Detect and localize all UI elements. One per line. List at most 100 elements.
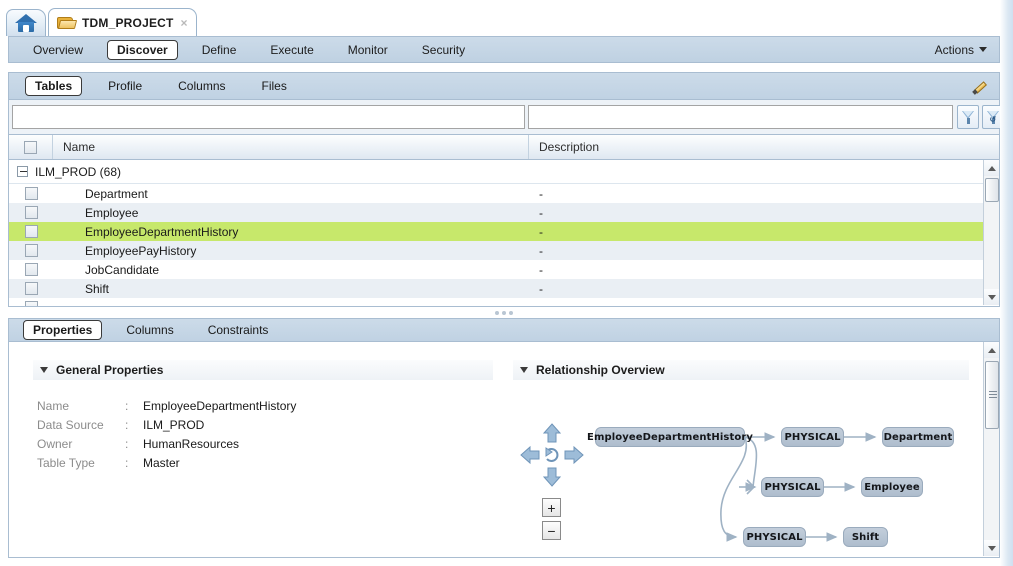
breadcrumb bbox=[690, 0, 693, 3]
relationship-diagram[interactable]: + − EmployeeDepartmentHistory PHYSICAL D… bbox=[509, 370, 979, 556]
diagram-node-source[interactable]: EmployeeDepartmentHistory bbox=[587, 427, 753, 447]
scroll-down-button[interactable] bbox=[984, 540, 999, 556]
diagram-node-relationship-3[interactable]: PHYSICAL bbox=[743, 527, 806, 547]
row-checkbox[interactable] bbox=[24, 244, 38, 257]
triangle-up-icon bbox=[988, 165, 996, 171]
project-tab[interactable]: TDM_PROJECT × bbox=[48, 8, 197, 36]
table-scrollbar[interactable] bbox=[983, 160, 999, 305]
scroll-up-button[interactable] bbox=[984, 160, 999, 176]
row-name: EmployeeDepartmentHistory bbox=[85, 224, 239, 239]
detail-panel: General Properties Name : EmployeeDepart… bbox=[8, 342, 1000, 558]
nav-item-monitor[interactable]: Monitor bbox=[338, 40, 398, 60]
property-value: HumanResources bbox=[143, 436, 240, 451]
triangle-up-icon bbox=[988, 347, 996, 353]
panel-splitter[interactable] bbox=[8, 307, 1000, 318]
row-checkbox[interactable] bbox=[24, 225, 38, 238]
filter-funnel-icon bbox=[961, 110, 975, 125]
collapse-icon[interactable] bbox=[17, 166, 28, 177]
row-name: JobCandidate bbox=[85, 262, 160, 277]
table-row-selected[interactable]: EmployeeDepartmentHistory - bbox=[9, 222, 999, 241]
triangle-down-icon bbox=[988, 545, 996, 551]
row-checkbox-cell[interactable] bbox=[9, 282, 53, 295]
tab-profile[interactable]: Profile bbox=[98, 76, 152, 96]
row-checkbox-cell[interactable] bbox=[9, 225, 53, 238]
diagram-node-shift[interactable]: Shift bbox=[843, 527, 888, 547]
row-name: Department bbox=[85, 186, 148, 201]
row-name: Shift bbox=[85, 281, 110, 296]
diagram-node-relationship-2[interactable]: PHYSICAL bbox=[761, 477, 824, 497]
tab-constraints[interactable]: Constraints bbox=[198, 320, 279, 340]
name-filter-input[interactable] bbox=[12, 105, 525, 129]
detail-panel-scrollbar[interactable] bbox=[983, 342, 999, 556]
scrollbar-thumb[interactable] bbox=[985, 361, 999, 429]
table-group-row[interactable]: ILM_PROD (68) bbox=[9, 160, 999, 184]
diagram-node-employee[interactable]: Employee bbox=[861, 477, 923, 497]
scroll-down-button[interactable] bbox=[984, 289, 999, 305]
row-checkbox-cell[interactable] bbox=[9, 206, 53, 219]
tab-detail-columns[interactable]: Columns bbox=[116, 320, 183, 340]
scroll-up-button[interactable] bbox=[984, 342, 999, 358]
property-key: Data Source bbox=[37, 417, 104, 432]
gutter-shading bbox=[1000, 0, 1013, 566]
pencil-icon bbox=[971, 78, 989, 95]
row-checkbox-cell[interactable] bbox=[9, 244, 53, 257]
close-icon[interactable]: × bbox=[181, 17, 188, 29]
property-colon: : bbox=[125, 455, 129, 470]
table-row[interactable]: Shift - bbox=[9, 279, 999, 298]
general-properties-title: General Properties bbox=[56, 363, 164, 377]
row-checkbox[interactable] bbox=[24, 206, 38, 219]
row-description: - bbox=[539, 205, 543, 220]
row-checkbox[interactable] bbox=[24, 187, 38, 200]
nav-item-execute[interactable]: Execute bbox=[260, 40, 323, 60]
collapse-triangle-icon[interactable] bbox=[40, 367, 48, 373]
sub-tab-bar: Tables Profile Columns Files bbox=[8, 72, 1000, 100]
right-gutter bbox=[1000, 0, 1013, 566]
actions-menu-button[interactable]: Actions bbox=[935, 43, 987, 57]
chevron-down-icon bbox=[979, 47, 987, 52]
row-checkbox[interactable] bbox=[24, 263, 38, 276]
column-header-name[interactable]: Name bbox=[53, 135, 529, 159]
table-row[interactable]: Employee - bbox=[9, 203, 999, 222]
nav-item-define[interactable]: Define bbox=[192, 40, 247, 60]
scrollbar-thumb[interactable] bbox=[985, 178, 999, 202]
nav-item-discover[interactable]: Discover bbox=[107, 39, 178, 60]
apply-filter-button[interactable] bbox=[957, 105, 979, 129]
description-filter-input[interactable] bbox=[528, 105, 953, 129]
table-header: Name Description bbox=[8, 134, 1000, 160]
nav-item-security[interactable]: Security bbox=[412, 40, 475, 60]
tab-tables[interactable]: Tables bbox=[25, 76, 83, 96]
detail-tab-bar: Properties Columns Constraints bbox=[8, 318, 1000, 342]
property-value: EmployeeDepartmentHistory bbox=[143, 398, 297, 413]
table-row[interactable]: Department - bbox=[9, 184, 999, 203]
general-properties-header[interactable]: General Properties bbox=[33, 360, 493, 380]
diagram-node-department[interactable]: Department bbox=[882, 427, 954, 447]
row-description: - bbox=[539, 281, 543, 296]
table-row-partial[interactable] bbox=[9, 298, 999, 306]
edit-button[interactable] bbox=[967, 75, 993, 97]
row-checkbox[interactable] bbox=[24, 282, 38, 295]
column-header-description[interactable]: Description bbox=[529, 135, 999, 159]
table-row[interactable]: JobCandidate - bbox=[9, 260, 999, 279]
home-tab[interactable] bbox=[6, 9, 46, 36]
property-colon: : bbox=[125, 417, 129, 432]
tab-strip: TDM_PROJECT × bbox=[0, 8, 1000, 36]
tab-files[interactable]: Files bbox=[252, 76, 297, 96]
tab-columns[interactable]: Columns bbox=[168, 76, 235, 96]
property-row-data-source: Data Source : ILM_PROD bbox=[37, 415, 296, 434]
scrollbar-grip-icon bbox=[989, 391, 997, 399]
table-row[interactable]: EmployeePayHistory - bbox=[9, 241, 999, 260]
select-all-header[interactable] bbox=[9, 135, 53, 159]
general-properties-list: Name : EmployeeDepartmentHistory Data So… bbox=[37, 396, 296, 472]
application-window: TDM_PROJECT × Overview Discover Define E… bbox=[0, 0, 1013, 566]
row-checkbox-cell[interactable] bbox=[9, 187, 53, 200]
property-colon: : bbox=[125, 436, 129, 451]
diagram-node-relationship-1[interactable]: PHYSICAL bbox=[781, 427, 844, 447]
row-checkbox-cell[interactable] bbox=[9, 263, 53, 276]
select-all-checkbox[interactable] bbox=[24, 140, 37, 154]
filter-row: ↺ bbox=[8, 100, 1004, 134]
tab-properties[interactable]: Properties bbox=[23, 320, 103, 340]
triangle-down-icon bbox=[988, 294, 996, 300]
nav-item-overview[interactable]: Overview bbox=[23, 40, 93, 60]
row-description: - bbox=[539, 186, 543, 201]
property-key: Name bbox=[37, 398, 70, 413]
